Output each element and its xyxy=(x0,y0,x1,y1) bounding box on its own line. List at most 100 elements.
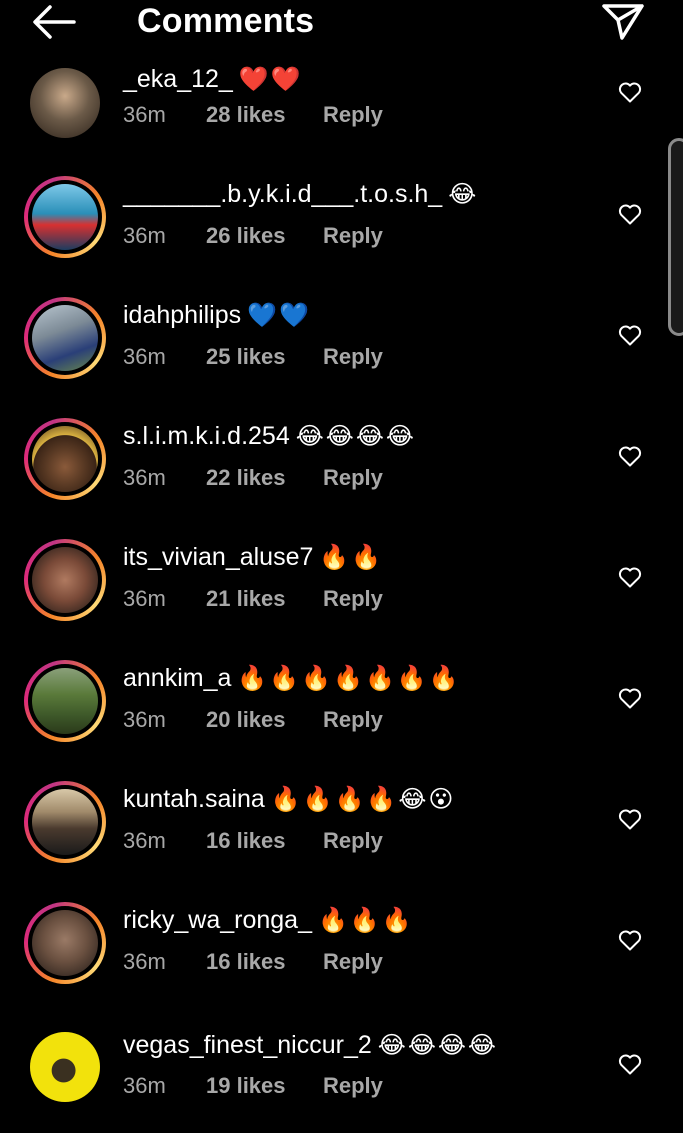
reply-button[interactable]: Reply xyxy=(323,586,383,612)
comment-emojis: 😂 xyxy=(448,181,479,208)
likes-count[interactable]: 20 likes xyxy=(206,707,323,733)
comment-text: ricky_wa_ronga_ 🔥🔥🔥 xyxy=(123,905,414,936)
comment-emojis: 😂😂😂😂 xyxy=(377,1032,498,1059)
comment-time: 36m xyxy=(123,949,166,974)
comment-time: 36m xyxy=(123,102,166,127)
comment-row: s.l.i.m.k.i.d.254 😂😂😂😂 36m 22 likes Reply xyxy=(0,407,683,528)
comment-time: 36m xyxy=(123,828,166,853)
comment-emojis: 🔥🔥🔥🔥😂😮 xyxy=(270,786,456,813)
username[interactable]: ricky_wa_ronga_ xyxy=(123,906,312,934)
avatar[interactable] xyxy=(24,297,106,379)
comment-row: annkim_a 🔥🔥🔥🔥🔥🔥🔥 36m 20 likes Reply xyxy=(0,649,683,770)
reply-button[interactable]: Reply xyxy=(323,223,383,249)
avatar-image xyxy=(32,910,98,976)
comment-text: vegas_finest_niccur_2 😂😂😂😂 xyxy=(123,1030,498,1061)
comment-meta: 36m 25 likes Reply xyxy=(123,344,383,370)
heart-icon[interactable] xyxy=(618,324,642,346)
avatar-image xyxy=(30,1032,100,1102)
likes-count[interactable]: 21 likes xyxy=(206,586,323,612)
likes-count[interactable]: 28 likes xyxy=(206,102,323,128)
comment-text: its_vivian_aluse7 🔥🔥 xyxy=(123,542,383,573)
heart-icon[interactable] xyxy=(618,929,642,951)
comment-text: annkim_a 🔥🔥🔥🔥🔥🔥🔥 xyxy=(123,663,461,694)
page-title: Comments xyxy=(137,2,315,40)
likes-count[interactable]: 26 likes xyxy=(206,223,323,249)
comment-emojis: 🔥🔥🔥 xyxy=(318,907,414,934)
comment-meta: 36m 26 likes Reply xyxy=(123,223,383,249)
avatar-image xyxy=(32,305,98,371)
comment-row: kuntah.saina 🔥🔥🔥🔥😂😮 36m 16 likes Reply xyxy=(0,770,683,891)
avatar[interactable] xyxy=(24,176,106,258)
reply-button[interactable]: Reply xyxy=(323,828,383,854)
comment-text: _eka_12_ ❤️❤️ xyxy=(123,64,303,95)
avatar[interactable] xyxy=(24,902,106,984)
username[interactable]: vegas_finest_niccur_2 xyxy=(123,1031,372,1059)
heart-icon[interactable] xyxy=(618,566,642,588)
comment-emojis: 🔥🔥🔥🔥🔥🔥🔥 xyxy=(237,665,461,692)
heart-icon[interactable] xyxy=(618,81,642,103)
comment-time: 36m xyxy=(123,707,166,732)
avatar-image xyxy=(32,789,98,855)
comment-time: 36m xyxy=(123,465,166,490)
comment-meta: 36m 19 likes Reply xyxy=(123,1073,383,1099)
likes-count[interactable]: 16 likes xyxy=(206,949,323,975)
avatar-image xyxy=(32,547,98,613)
username[interactable]: kuntah.saina xyxy=(123,785,265,813)
comment-emojis: 💙💙 xyxy=(247,302,311,329)
comment-row: its_vivian_aluse7 🔥🔥 36m 21 likes Reply xyxy=(0,528,683,649)
avatar[interactable] xyxy=(24,418,106,500)
reply-button[interactable]: Reply xyxy=(323,949,383,975)
comment-emojis: 😂😂😂😂 xyxy=(295,423,416,450)
reply-button[interactable]: Reply xyxy=(323,707,383,733)
comment-meta: 36m 16 likes Reply xyxy=(123,828,383,854)
avatar-image xyxy=(32,668,98,734)
comment-text: kuntah.saina 🔥🔥🔥🔥😂😮 xyxy=(123,784,455,815)
comment-time: 36m xyxy=(123,344,166,369)
avatar[interactable] xyxy=(24,62,106,144)
reply-button[interactable]: Reply xyxy=(323,102,383,128)
avatar-image xyxy=(30,68,100,138)
paper-plane-icon[interactable] xyxy=(598,0,648,44)
username[interactable]: _______.b.y.k.i.d___.t.o.s.h_ xyxy=(123,180,442,208)
username[interactable]: idahphilips xyxy=(123,301,241,329)
username[interactable]: _eka_12_ xyxy=(123,65,233,93)
comment-meta: 36m 21 likes Reply xyxy=(123,586,383,612)
avatar[interactable] xyxy=(24,660,106,742)
reply-button[interactable]: Reply xyxy=(323,1073,383,1099)
comment-meta: 36m 20 likes Reply xyxy=(123,707,383,733)
comment-meta: 36m 16 likes Reply xyxy=(123,949,383,975)
comment-list: _eka_12_ ❤️❤️ 36m 28 likes Reply _______.b.… xyxy=(0,0,683,1132)
heart-icon[interactable] xyxy=(618,1053,642,1075)
avatar-image xyxy=(32,184,98,250)
comment-time: 36m xyxy=(123,223,166,248)
comment-meta: 36m 22 likes Reply xyxy=(123,465,383,491)
heart-icon[interactable] xyxy=(618,445,642,467)
top-bar: Comments xyxy=(0,0,683,64)
likes-count[interactable]: 19 likes xyxy=(206,1073,323,1099)
avatar[interactable] xyxy=(24,539,106,621)
likes-count[interactable]: 25 likes xyxy=(206,344,323,370)
comment-emojis: 🔥🔥 xyxy=(319,544,384,571)
likes-count[interactable]: 16 likes xyxy=(206,828,323,854)
username[interactable]: its_vivian_aluse7 xyxy=(123,543,313,571)
heart-icon[interactable] xyxy=(618,808,642,830)
heart-icon[interactable] xyxy=(618,687,642,709)
username[interactable]: s.l.i.m.k.i.d.254 xyxy=(123,422,290,450)
comment-row: vegas_finest_niccur_2 😂😂😂😂 36m 19 likes Rep… xyxy=(0,1012,683,1133)
avatar-image xyxy=(32,426,98,492)
comment-text: idahphilips 💙💙 xyxy=(123,300,311,331)
arrow-left-icon[interactable] xyxy=(28,2,80,42)
avatar[interactable] xyxy=(24,1026,106,1108)
comment-row: _______.b.y.k.i.d___.t.o.s.h_ 😂 36m 26 lik… xyxy=(0,165,683,286)
avatar[interactable] xyxy=(24,781,106,863)
likes-count[interactable]: 22 likes xyxy=(206,465,323,491)
heart-icon[interactable] xyxy=(618,203,642,225)
comment-text: _______.b.y.k.i.d___.t.o.s.h_ 😂 xyxy=(123,179,478,210)
comment-time: 36m xyxy=(123,1073,166,1098)
reply-button[interactable]: Reply xyxy=(323,344,383,370)
username[interactable]: annkim_a xyxy=(123,664,231,692)
scrollbar-thumb[interactable] xyxy=(668,138,683,336)
comment-row: ricky_wa_ronga_ 🔥🔥🔥 36m 16 likes Reply xyxy=(0,891,683,1012)
reply-button[interactable]: Reply xyxy=(323,465,383,491)
comment-emojis: ❤️❤️ xyxy=(238,66,303,93)
